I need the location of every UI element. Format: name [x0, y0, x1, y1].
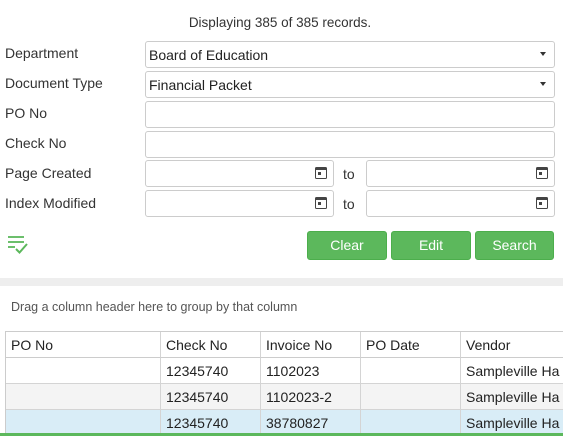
page-created-from-input[interactable]: [145, 160, 334, 187]
check-no-label: Check No: [5, 135, 67, 151]
department-select[interactable]: Board of Education: [145, 41, 555, 68]
caret-down-icon: [540, 82, 546, 86]
table-row[interactable]: 12345740 1102023 Sampleville Ha: [6, 358, 563, 384]
record-count-text: Displaying 385 of 385 records.: [188, 15, 372, 30]
cell-check-no: 12345740: [161, 358, 261, 384]
cell-po-no: [6, 384, 161, 410]
cell-vendor: Sampleville Ha: [461, 358, 563, 384]
department-value: Board of Education: [149, 47, 269, 63]
column-header-po-date[interactable]: PO Date: [361, 332, 461, 358]
document-type-row: Document Type Financial Packet: [0, 70, 563, 98]
cell-po-date: [361, 358, 461, 384]
index-modified-from-input[interactable]: [145, 190, 334, 217]
search-button[interactable]: Search: [475, 231, 554, 260]
page-created-label: Page Created: [5, 165, 92, 181]
department-row: Department Board of Education: [0, 40, 563, 68]
index-modified-to-input[interactable]: [366, 190, 555, 217]
po-no-input[interactable]: [145, 101, 555, 128]
department-label: Department: [5, 45, 79, 61]
document-type-value: Financial Packet: [149, 77, 252, 93]
checklist-icon[interactable]: [7, 233, 29, 255]
results-grid: PO No Check No Invoice No PO Date Vendor…: [5, 331, 563, 436]
calendar-icon[interactable]: [536, 197, 548, 209]
calendar-icon[interactable]: [315, 167, 327, 179]
cell-invoice-no: 1102023: [261, 358, 361, 384]
cell-po-date: [361, 384, 461, 410]
cell-invoice-no: 1102023-2: [261, 384, 361, 410]
po-no-row: PO No: [0, 100, 563, 128]
section-divider: [0, 278, 563, 286]
grid-header-row: PO No Check No Invoice No PO Date Vendor: [6, 332, 563, 358]
document-type-label: Document Type: [5, 75, 103, 91]
edit-button[interactable]: Edit: [391, 231, 471, 260]
calendar-icon[interactable]: [536, 167, 548, 179]
page-created-row: Page Created to: [0, 160, 563, 188]
column-header-check-no[interactable]: Check No: [161, 332, 261, 358]
table-row[interactable]: 12345740 1102023-2 Sampleville Ha: [6, 384, 563, 410]
po-no-label: PO No: [5, 105, 48, 121]
index-modified-row: Index Modified to: [0, 190, 563, 218]
cell-po-no: [6, 358, 161, 384]
to-label: to: [343, 166, 355, 182]
group-by-hint: Drag a column header here to group by th…: [11, 300, 298, 314]
index-modified-label: Index Modified: [5, 195, 97, 211]
cell-vendor: Sampleville Ha: [461, 384, 563, 410]
check-no-row: Check No: [0, 130, 563, 158]
column-header-po-no[interactable]: PO No: [6, 332, 161, 358]
column-header-vendor[interactable]: Vendor: [461, 332, 563, 358]
column-header-invoice-no[interactable]: Invoice No: [261, 332, 361, 358]
check-no-input[interactable]: [145, 131, 555, 158]
caret-down-icon: [540, 52, 546, 56]
clear-button[interactable]: Clear: [307, 231, 387, 260]
calendar-icon[interactable]: [315, 197, 327, 209]
cell-check-no: 12345740: [161, 384, 261, 410]
to-label: to: [343, 196, 355, 212]
document-type-select[interactable]: Financial Packet: [145, 71, 555, 98]
page-created-to-input[interactable]: [366, 160, 555, 187]
